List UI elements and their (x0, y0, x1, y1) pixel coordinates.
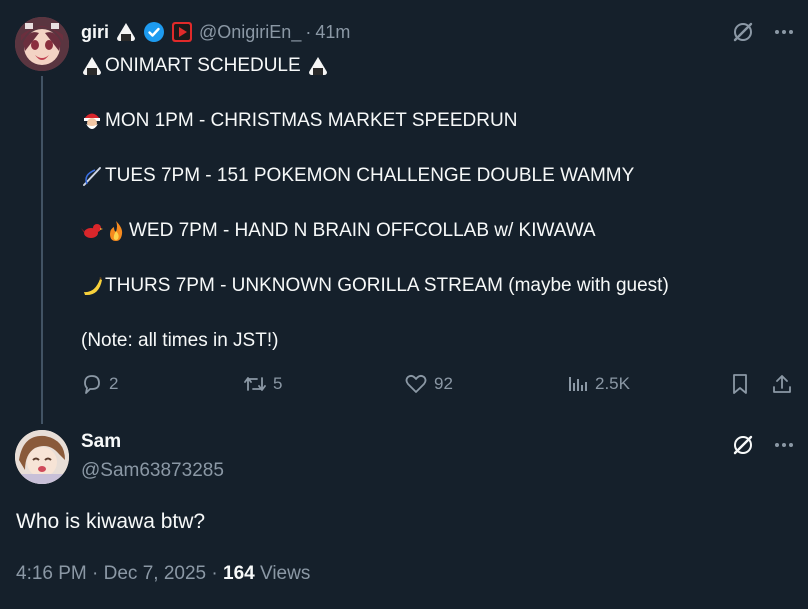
bird-emoji (81, 220, 103, 242)
post-line-tues: TUES 7PM - 151 POKEMON CHALLENGE DOUBLE … (81, 163, 634, 188)
reply-body: Who is kiwawa btw? (16, 510, 206, 533)
reply-icon (81, 373, 109, 395)
reply-count: 2 (109, 374, 119, 393)
views-count: 2.5K (595, 374, 630, 393)
fire-emoji (105, 220, 127, 242)
schedule-title: ONIMART SCHEDULE (105, 55, 301, 76)
post-line-wed: WED 7PM - HAND N BRAIN OFFCOLLAB w/ KIWA… (81, 218, 596, 243)
onigiri-icon (307, 55, 329, 77)
post-time[interactable]: 41m (315, 22, 350, 43)
onigiri-icon (81, 55, 103, 77)
thread-connector-line (41, 76, 43, 424)
post-header: giri @OnigiriEn_ · 41m (81, 20, 350, 44)
post-top-actions (731, 20, 795, 44)
share-icon (771, 373, 799, 395)
onigiri-icon (115, 21, 137, 43)
more-icon[interactable] (773, 21, 795, 43)
repost-count: 5 (273, 374, 283, 393)
sam-avatar[interactable] (15, 430, 69, 484)
like-count: 92 (434, 374, 453, 393)
post-line-mon: MON 1PM - CHRISTMAS MARKET SPEEDRUN (81, 108, 517, 133)
reply-views-count: 164 (223, 563, 255, 584)
youtube-play-icon (171, 21, 193, 43)
needle-emoji (81, 165, 103, 187)
share-button[interactable] (771, 371, 799, 397)
reply-author-handle[interactable]: @Sam63873285 (81, 460, 224, 482)
separator-dot: · (305, 21, 312, 42)
schedule-monday: MON 1PM - CHRISTMAS MARKET SPEEDRUN (105, 110, 518, 131)
schedule-wednesday: WED 7PM - HAND N BRAIN OFFCOLLAB w/ KIWA… (129, 220, 596, 241)
post-line-note: (Note: all times in JST!) (81, 328, 278, 353)
reply-timestamp[interactable]: 4:16 PM · Dec 7, 2025 · (16, 563, 218, 584)
banana-emoji (81, 275, 103, 297)
schedule-thursday: THURS 7PM - UNKNOWN GORILLA STREAM (mayb… (105, 275, 669, 296)
views-icon (567, 373, 595, 395)
reply-top-actions (731, 433, 795, 457)
repost-button[interactable]: 5 (243, 371, 282, 397)
bookmark-button[interactable] (729, 371, 757, 397)
verified-badge-icon[interactable] (143, 21, 165, 43)
santa-emoji (81, 110, 103, 132)
grok-icon[interactable] (731, 20, 755, 44)
reply-author-name[interactable]: Sam (81, 431, 121, 453)
like-button[interactable]: 92 (404, 371, 453, 397)
post-thread: giri @OnigiriEn_ · 41m ONIMART SCHEDULE … (0, 0, 808, 609)
schedule-tuesday: TUES 7PM - 151 POKEMON CHALLENGE DOUBLE … (105, 165, 635, 186)
post-action-bar: 2 5 92 2.5K (81, 371, 796, 397)
reply-button[interactable]: 2 (81, 371, 118, 397)
author-handle[interactable]: @OnigiriEn_ (199, 22, 301, 43)
post-line-thurs: THURS 7PM - UNKNOWN GORILLA STREAM (mayb… (81, 273, 669, 298)
more-icon[interactable] (773, 434, 795, 456)
reply-views-label: Views (259, 563, 311, 584)
repost-icon (243, 373, 273, 395)
like-icon (404, 373, 434, 395)
bookmark-icon (729, 373, 757, 395)
views-button[interactable]: 2.5K (567, 371, 630, 397)
giri-avatar[interactable] (15, 17, 69, 71)
author-name[interactable]: giri (81, 22, 109, 43)
reply-meta: 4:16 PM · Dec 7, 2025 · 164 Views (16, 563, 310, 585)
grok-icon[interactable] (731, 433, 755, 457)
schedule-note: (Note: all times in JST!) (81, 330, 279, 351)
post-line-title: ONIMART SCHEDULE (81, 53, 331, 78)
